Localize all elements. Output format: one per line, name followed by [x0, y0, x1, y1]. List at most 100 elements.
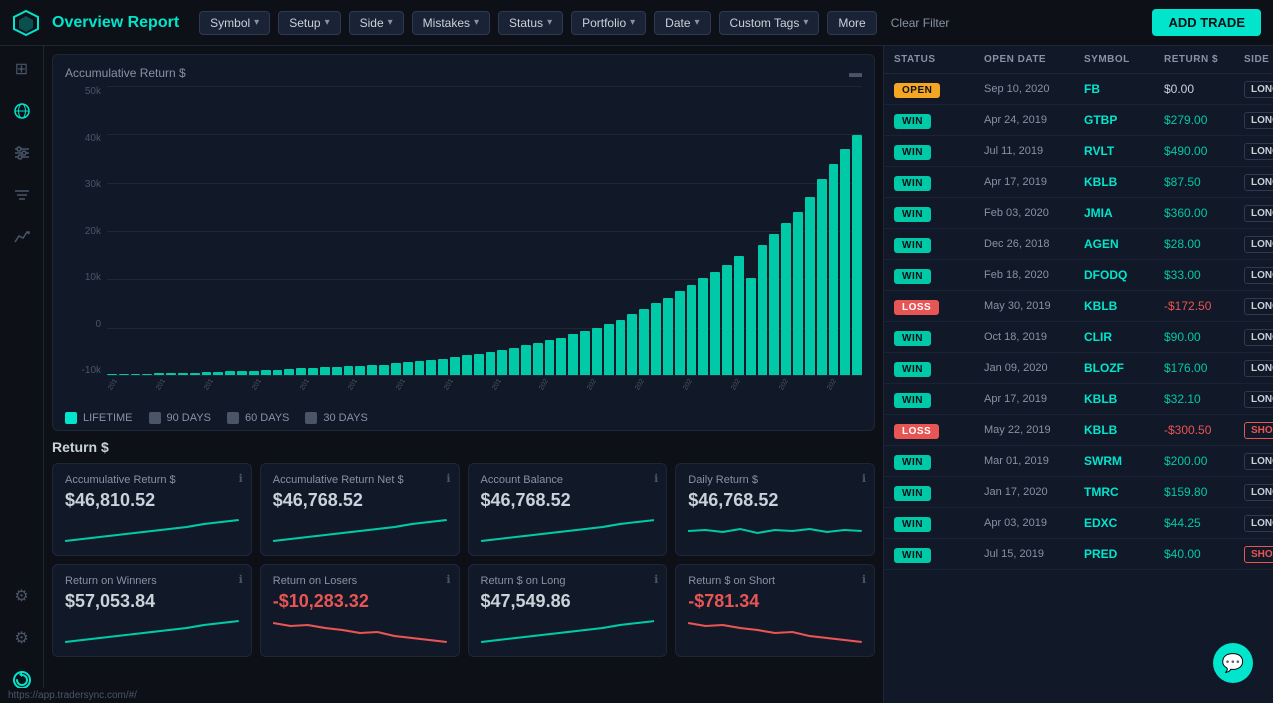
sidebar-item-filter[interactable] — [11, 184, 33, 206]
sidebar-item-sliders[interactable] — [11, 142, 33, 164]
bar[interactable] — [438, 359, 448, 376]
table-row[interactable]: WINJan 17, 2020TMRC$159.80LONG — [884, 477, 1273, 508]
period-90days[interactable]: 90 DAYS — [149, 412, 211, 424]
stat-info-icon[interactable]: ℹ — [239, 472, 243, 485]
trade-symbol[interactable]: KBLB — [1084, 392, 1164, 406]
stat-info-icon[interactable]: ℹ — [239, 573, 243, 586]
bar[interactable] — [769, 234, 779, 375]
mistakes-filter-button[interactable]: Mistakes ▾ — [412, 11, 490, 35]
bar[interactable] — [805, 197, 815, 375]
table-row[interactable]: WINFeb 18, 2020DFODQ$33.00LONG — [884, 260, 1273, 291]
table-row[interactable]: WINApr 17, 2019KBLB$87.50LONG — [884, 167, 1273, 198]
side-filter-button[interactable]: Side ▾ — [349, 11, 404, 35]
trade-symbol[interactable]: SWRM — [1084, 454, 1164, 468]
table-row[interactable]: OPENSep 10, 2020FB$0.00LONG — [884, 74, 1273, 105]
bar[interactable] — [225, 371, 235, 375]
bar[interactable] — [213, 372, 223, 375]
period-lifetime[interactable]: LIFETIME — [65, 412, 133, 424]
stat-info-icon[interactable]: ℹ — [862, 472, 866, 485]
setup-filter-button[interactable]: Setup ▾ — [278, 11, 340, 35]
stat-info-icon[interactable]: ℹ — [654, 573, 658, 586]
bar[interactable] — [296, 368, 306, 375]
bar[interactable] — [722, 265, 732, 375]
stat-info-icon[interactable]: ℹ — [862, 573, 866, 586]
bar[interactable] — [403, 362, 413, 375]
bar[interactable] — [497, 350, 507, 375]
bar[interactable] — [391, 363, 401, 375]
trade-symbol[interactable]: JMIA — [1084, 206, 1164, 220]
period-60days[interactable]: 60 DAYS — [227, 412, 289, 424]
bar[interactable] — [509, 348, 519, 376]
bar[interactable] — [568, 334, 578, 375]
bar[interactable] — [829, 164, 839, 375]
bar[interactable] — [426, 360, 436, 375]
bar[interactable] — [142, 374, 152, 375]
status-filter-button[interactable]: Status ▾ — [498, 11, 563, 35]
bar[interactable] — [556, 338, 566, 375]
bar[interactable] — [592, 328, 602, 375]
trade-symbol[interactable]: KBLB — [1084, 175, 1164, 189]
sidebar-item-grid[interactable]: ⊞ — [11, 58, 33, 80]
bar[interactable] — [273, 370, 283, 376]
trade-symbol[interactable]: GTBP — [1084, 113, 1164, 127]
bar[interactable] — [178, 373, 188, 375]
bar[interactable] — [817, 179, 827, 375]
bar[interactable] — [355, 366, 365, 375]
bar[interactable] — [840, 149, 850, 375]
bar[interactable] — [651, 303, 661, 375]
lifetime-checkbox[interactable] — [65, 412, 77, 424]
bar[interactable] — [474, 354, 484, 375]
trade-symbol[interactable]: KBLB — [1084, 299, 1164, 313]
bar[interactable] — [379, 365, 389, 375]
bar[interactable] — [758, 245, 768, 375]
bar[interactable] — [190, 373, 200, 375]
bar[interactable] — [533, 343, 543, 375]
bar[interactable] — [663, 298, 673, 375]
bar[interactable] — [320, 367, 330, 375]
trade-symbol[interactable]: CLIR — [1084, 330, 1164, 344]
add-trade-button[interactable]: ADD TRADE — [1152, 9, 1261, 36]
trade-symbol[interactable]: BLOZF — [1084, 361, 1164, 375]
stat-info-icon[interactable]: ℹ — [654, 472, 658, 485]
table-row[interactable]: WINJul 15, 2019PRED$40.00SHORT — [884, 539, 1273, 570]
trade-symbol[interactable]: PRED — [1084, 547, 1164, 561]
bar[interactable] — [545, 340, 555, 375]
bar[interactable] — [308, 368, 318, 375]
bar[interactable] — [332, 367, 342, 375]
bar[interactable] — [781, 223, 791, 375]
bar[interactable] — [710, 272, 720, 375]
bar[interactable] — [166, 373, 176, 375]
bar[interactable] — [344, 366, 354, 375]
trade-symbol[interactable]: TMRC — [1084, 485, 1164, 499]
bar[interactable] — [604, 324, 614, 375]
bar[interactable] — [687, 285, 697, 375]
bar[interactable] — [415, 361, 425, 375]
table-row[interactable]: WINApr 03, 2019EDXC$44.25LONG — [884, 508, 1273, 539]
table-row[interactable]: WINDec 26, 2018AGEN$28.00LONG — [884, 229, 1273, 260]
chat-bubble[interactable]: 💬 — [1213, 643, 1253, 683]
bar[interactable] — [639, 309, 649, 375]
trade-symbol[interactable]: EDXC — [1084, 516, 1164, 530]
sidebar-item-chart[interactable] — [11, 226, 33, 248]
table-row[interactable]: WINFeb 03, 2020JMIA$360.00LONG — [884, 198, 1273, 229]
bar[interactable] — [746, 278, 756, 375]
bar[interactable] — [249, 371, 259, 375]
chart-menu-icon[interactable]: ▬ — [849, 65, 862, 80]
table-row[interactable]: LOSSMay 22, 2019KBLB-$300.50SHORT — [884, 415, 1273, 446]
stat-info-icon[interactable]: ℹ — [446, 573, 450, 586]
bar[interactable] — [675, 291, 685, 375]
bar[interactable] — [131, 374, 141, 375]
clear-filter-button[interactable]: Clear Filter — [885, 12, 956, 34]
sidebar-item-globe[interactable] — [11, 100, 33, 122]
table-row[interactable]: WINOct 18, 2019CLIR$90.00LONG — [884, 322, 1273, 353]
bar[interactable] — [852, 135, 862, 375]
30days-checkbox[interactable] — [305, 412, 317, 424]
sidebar-settings-icon[interactable]: ⚙ — [11, 585, 33, 607]
more-button[interactable]: More — [827, 11, 876, 35]
60days-checkbox[interactable] — [227, 412, 239, 424]
symbol-filter-button[interactable]: Symbol ▾ — [199, 11, 270, 35]
bar[interactable] — [462, 355, 472, 375]
trade-symbol[interactable]: DFODQ — [1084, 268, 1164, 282]
bar[interactable] — [367, 365, 377, 375]
trade-symbol[interactable]: KBLB — [1084, 423, 1164, 437]
